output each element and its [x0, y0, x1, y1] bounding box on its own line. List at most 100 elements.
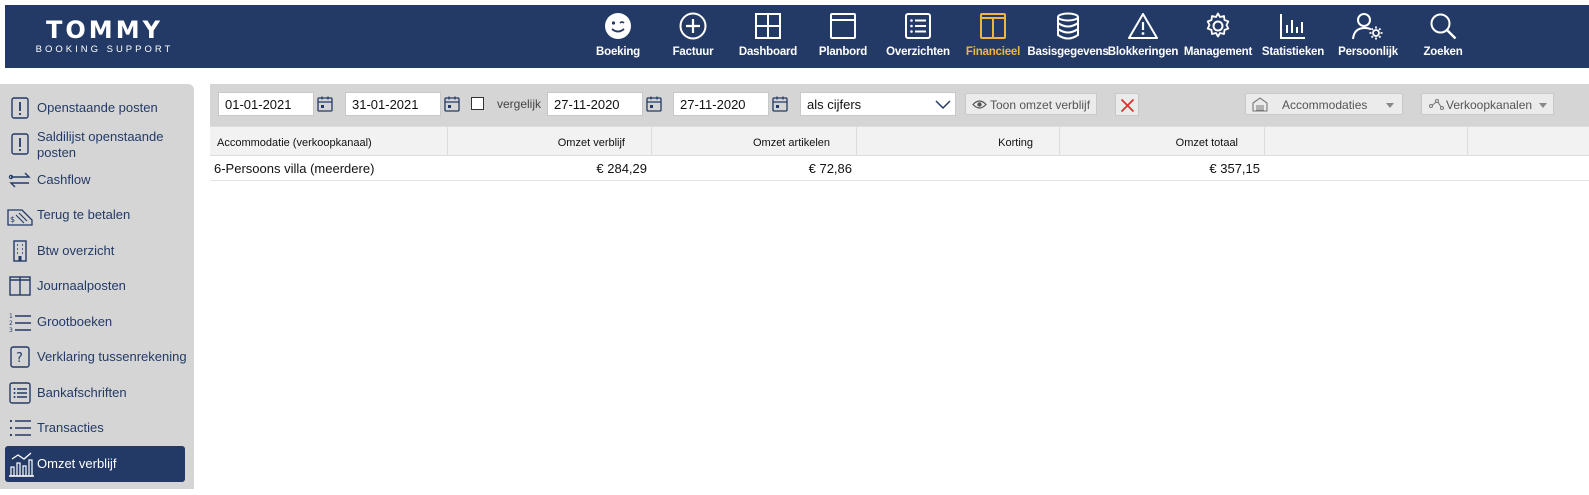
columns-icon — [980, 13, 1006, 39]
gear-icon — [1206, 12, 1230, 38]
cell-omzet-artikelen: € 72,86 — [808, 161, 852, 176]
caret-down-icon — [1386, 103, 1394, 108]
display-mode-value: als cijfers — [807, 97, 862, 112]
nav-financieel[interactable]: Financieel — [952, 5, 1034, 68]
logo-title: TOMMY — [46, 16, 163, 44]
clear-filters-button[interactable] — [1115, 93, 1139, 116]
nav-dashboard[interactable]: Dashboard — [727, 5, 809, 68]
sidebar-item-label: Omzet verblijf — [37, 456, 117, 471]
sidebar-item-omzet-verblijf[interactable]: Omzet verblijf — [5, 446, 185, 482]
compare-checkbox[interactable] — [471, 97, 484, 110]
column-header-omzet-totaal[interactable]: Omzet totaal — [1060, 127, 1265, 156]
close-icon — [1120, 98, 1135, 113]
sidebar-item-verklaring-tussenrekening[interactable]: ? Verklaring tussenrekening — [5, 344, 187, 370]
nav-blokkeringen[interactable]: Blokkeringen — [1102, 5, 1184, 68]
chart-icon — [9, 452, 34, 477]
plus-circle-icon — [679, 12, 707, 40]
sidebar-item-transacties[interactable]: Transacties — [5, 415, 185, 441]
calendar-icon[interactable] — [771, 95, 789, 113]
svg-text:2: 2 — [9, 320, 13, 327]
sidebar-item-saldilijst[interactable]: Saldilijst openstaande posten — [5, 128, 185, 162]
eye-icon — [972, 100, 987, 109]
exclamation-doc-icon — [11, 97, 29, 119]
display-mode-select[interactable]: als cijfers — [800, 92, 956, 116]
caret-down-icon — [1539, 103, 1547, 108]
sidebar-item-openstaande-posten[interactable]: Openstaande posten — [5, 95, 185, 121]
network-icon — [1429, 99, 1444, 110]
user-gear-icon — [1352, 13, 1383, 40]
nav-planbord[interactable]: Planbord — [802, 5, 884, 68]
sidebar: Openstaande posten Saldilijst openstaand… — [0, 84, 194, 489]
nav-factuur[interactable]: Factuur — [652, 5, 734, 68]
svg-text:?: ? — [16, 351, 23, 366]
top-navigation-bar: TOMMY BOOKING SUPPORT Boeking Factuur Da… — [5, 5, 1589, 68]
sidebar-item-label: Btw overzicht — [37, 243, 115, 258]
accommodaties-label: Accommodaties — [1282, 98, 1368, 112]
sidebar-item-grootboeken[interactable]: 123 Grootboeken — [5, 309, 185, 335]
logo[interactable]: TOMMY BOOKING SUPPORT — [22, 17, 187, 57]
column-header-accommodatie[interactable]: Accommodatie (verkoopkanaal) — [210, 127, 448, 156]
refund-icon: $ — [7, 209, 33, 226]
bar-chart-icon — [1280, 14, 1305, 39]
sidebar-item-label: Transacties — [37, 420, 104, 435]
sidebar-item-label: Saldilijst openstaande posten — [37, 129, 164, 160]
nav-persoonlijk[interactable]: Persoonlijk — [1327, 5, 1409, 68]
date-from-field[interactable]: 01-01-2021 — [218, 92, 314, 116]
calendar-icon[interactable] — [645, 95, 663, 113]
table-header: Accommodatie (verkoopkanaal) Omzet verbl… — [210, 126, 1589, 156]
book-icon — [9, 276, 31, 296]
transfer-icon — [8, 172, 31, 188]
nav-management[interactable]: Management — [1177, 5, 1259, 68]
column-header-omzet-verblijf[interactable]: Omzet verblijf — [448, 127, 652, 156]
sidebar-item-label: Cashflow — [37, 172, 91, 187]
nav-statistieken[interactable]: Statistieken — [1252, 5, 1334, 68]
numbered-list-icon: 123 — [9, 313, 31, 334]
sidebar-item-terug-te-betalen[interactable]: $ Terug te betalen — [5, 202, 185, 228]
compare-to-field[interactable]: 27-11-2020 — [673, 92, 769, 116]
cell-omzet-totaal: € 357,15 — [1209, 161, 1260, 176]
sidebar-item-label: Verklaring tussenrekening — [37, 349, 187, 364]
nav-basisgegevens[interactable]: Basisgegevens — [1027, 5, 1109, 68]
filter-toolbar: 01-01-2021 31-01-2021 vergelijk 27-11-20… — [210, 84, 1589, 126]
calendar-icon[interactable] — [443, 95, 461, 113]
sidebar-item-label: Journaalposten — [37, 278, 126, 293]
svg-text:$: $ — [10, 215, 15, 224]
table-row[interactable]: 6-Persoons villa (meerdere) € 284,29 € 7… — [210, 156, 1589, 181]
svg-text:1: 1 — [9, 313, 13, 320]
sidebar-item-cashflow[interactable]: Cashflow — [5, 167, 185, 193]
garage-icon — [1252, 97, 1268, 112]
sidebar-item-label: Grootboeken — [37, 314, 113, 329]
toon-omzet-verblijf-button[interactable]: Toon omzet verblijf — [965, 93, 1097, 115]
exclamation-doc-icon — [11, 133, 29, 155]
compare-from-field[interactable]: 27-11-2020 — [547, 92, 643, 116]
sidebar-item-label: Terug te betalen — [37, 207, 131, 222]
bullet-list-icon — [9, 419, 31, 437]
verkoopkanalen-dropdown[interactable]: Verkoopkanalen — [1421, 93, 1554, 115]
compare-label: vergelijk — [497, 97, 542, 111]
list-box-icon — [9, 382, 31, 404]
column-header-korting[interactable]: Korting — [857, 127, 1060, 156]
date-to-field[interactable]: 31-01-2021 — [345, 92, 441, 116]
column-header-empty — [1468, 127, 1589, 156]
window-icon — [830, 13, 856, 39]
nav-boeking[interactable]: Boeking — [577, 5, 659, 68]
accommodaties-dropdown[interactable]: Accommodaties — [1245, 93, 1403, 115]
nav-zoeken[interactable]: Zoeken — [1402, 5, 1484, 68]
column-header-empty — [1265, 127, 1468, 156]
smiley-icon — [605, 13, 631, 39]
sidebar-item-journaalposten[interactable]: Journaalposten — [5, 273, 185, 299]
toon-label: Toon omzet verblijf — [990, 98, 1091, 112]
cell-omzet-verblijf: € 284,29 — [596, 161, 647, 176]
warning-icon — [1128, 13, 1158, 39]
sidebar-item-label: Bankafschriften — [37, 385, 127, 400]
question-icon: ? — [10, 346, 30, 368]
sidebar-item-bankafschriften[interactable]: Bankafschriften — [5, 380, 185, 406]
nav-label: Zoeken — [1423, 46, 1463, 58]
verkoopkanalen-label: Verkoopkanalen — [1446, 98, 1533, 112]
calendar-icon[interactable] — [316, 95, 334, 113]
search-icon — [1430, 13, 1457, 40]
column-header-omzet-artikelen[interactable]: Omzet artikelen — [652, 127, 857, 156]
chevron-down-icon — [935, 100, 951, 110]
nav-overzichten[interactable]: Overzichten — [877, 5, 959, 68]
sidebar-item-btw-overzicht[interactable]: Btw overzicht — [5, 238, 185, 264]
